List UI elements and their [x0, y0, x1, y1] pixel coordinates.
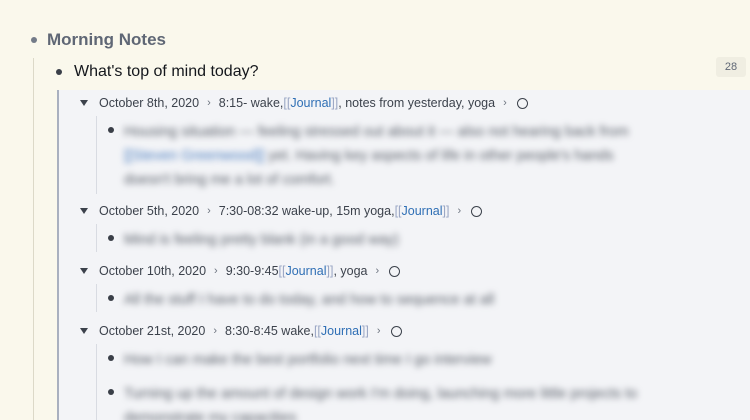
- page-ref-journal[interactable]: Journal: [321, 324, 362, 338]
- page-ref-journal[interactable]: Journal: [402, 204, 443, 218]
- bracket: ]]: [442, 204, 450, 218]
- query-result-row[interactable]: October 21st, 2020 › 8:30-8:45 wake, [[ …: [79, 321, 402, 341]
- caret-down-icon[interactable]: [80, 100, 88, 106]
- page-date-link[interactable]: October 10th, 2020: [99, 264, 206, 278]
- indent-guide: [33, 58, 34, 420]
- breadcrumb-chevron-icon: ›: [207, 205, 211, 217]
- breadcrumb-text[interactable]: , notes from yesterday, yoga: [338, 96, 495, 110]
- breadcrumb-text[interactable]: 8:15- wake,: [219, 96, 284, 110]
- query-result-row[interactable]: October 8th, 2020 › 8:15- wake, [[ Journ…: [79, 93, 528, 113]
- bracket: [[: [394, 204, 402, 218]
- breadcrumb-text[interactable]: 9:30-9:45: [226, 264, 279, 278]
- bullet[interactable]: [108, 355, 114, 361]
- bullet[interactable]: [108, 389, 114, 395]
- indent-guide: [96, 224, 97, 252]
- bullet[interactable]: [31, 37, 37, 43]
- breadcrumb-chevron-icon: ›: [503, 97, 507, 109]
- result-block[interactable]: How I can make the best portfolio next t…: [108, 348, 714, 372]
- blurred-block-text[interactable]: All the stuff I have to do today, and ho…: [124, 288, 714, 312]
- bracket: ]]: [361, 324, 369, 338]
- result-block[interactable]: Housing situation — feeling stressed out…: [108, 120, 714, 192]
- block-circle-icon[interactable]: [516, 97, 528, 109]
- bullet[interactable]: [108, 235, 114, 241]
- result-block[interactable]: All the stuff I have to do today, and ho…: [108, 288, 714, 312]
- breadcrumb-chevron-icon: ›: [214, 265, 218, 277]
- breadcrumb-chevron-icon: ›: [376, 325, 381, 337]
- page-ref-journal[interactable]: Journal: [285, 264, 326, 278]
- breadcrumb-chevron-icon: ›: [375, 265, 380, 277]
- query-result-row[interactable]: October 5th, 2020 › 7:30-08:32 wake-up, …: [79, 201, 483, 221]
- page-date-link[interactable]: October 8th, 2020: [99, 96, 199, 110]
- bullet[interactable]: [108, 127, 114, 133]
- block-circle-icon[interactable]: [390, 325, 402, 337]
- breadcrumb-text[interactable]: 8:30-8:45 wake,: [225, 324, 314, 338]
- bracket: [[: [278, 264, 286, 278]
- bracket: ]]: [331, 96, 339, 110]
- block-title[interactable]: Morning Notes: [47, 30, 166, 50]
- breadcrumb-text[interactable]: , yoga: [333, 264, 367, 278]
- block-title[interactable]: What's top of mind today?: [74, 63, 258, 81]
- result-block[interactable]: Mind is feeling pretty blank (in a good …: [108, 228, 714, 252]
- block-circle-icon[interactable]: [389, 265, 401, 277]
- blurred-block-text[interactable]: Mind is feeling pretty blank (in a good …: [124, 228, 714, 252]
- bullet[interactable]: [108, 295, 114, 301]
- blurred-block-text[interactable]: Housing situation — feeling stressed out…: [124, 120, 714, 192]
- block-circle-icon[interactable]: [471, 205, 483, 217]
- root-block[interactable]: Morning Notes: [27, 28, 166, 52]
- bullet[interactable]: [56, 69, 62, 75]
- breadcrumb-text[interactable]: 7:30-08:32 wake-up, 15m yoga,: [219, 204, 395, 218]
- page-date-link[interactable]: October 21st, 2020: [99, 324, 205, 338]
- breadcrumb-chevron-icon: ›: [213, 325, 217, 337]
- breadcrumb-chevron-icon: ›: [457, 205, 462, 217]
- caret-down-icon[interactable]: [80, 208, 88, 214]
- blurred-block-text[interactable]: Turning up the amount of design work I'm…: [124, 382, 714, 420]
- breadcrumb-chevron-icon: ›: [207, 97, 211, 109]
- page-ref-journal[interactable]: Journal: [290, 96, 331, 110]
- bracket: [[: [283, 96, 291, 110]
- indent-guide: [96, 284, 97, 312]
- blurred-block-text[interactable]: How I can make the best portfolio next t…: [124, 348, 714, 372]
- bracket: ]]: [326, 264, 334, 278]
- indent-guide: [96, 116, 97, 194]
- reference-count-badge[interactable]: 28: [716, 57, 746, 77]
- bracket: [[: [313, 324, 321, 338]
- result-block[interactable]: Turning up the amount of design work I'm…: [108, 382, 714, 420]
- indent-guide: [96, 344, 97, 420]
- child-block[interactable]: What's top of mind today?: [54, 61, 258, 83]
- page-date-link[interactable]: October 5th, 2020: [99, 204, 199, 218]
- caret-down-icon[interactable]: [80, 328, 88, 334]
- query-result-row[interactable]: October 10th, 2020 › 9:30-9:45 [[ Journa…: [79, 261, 401, 281]
- caret-down-icon[interactable]: [80, 268, 88, 274]
